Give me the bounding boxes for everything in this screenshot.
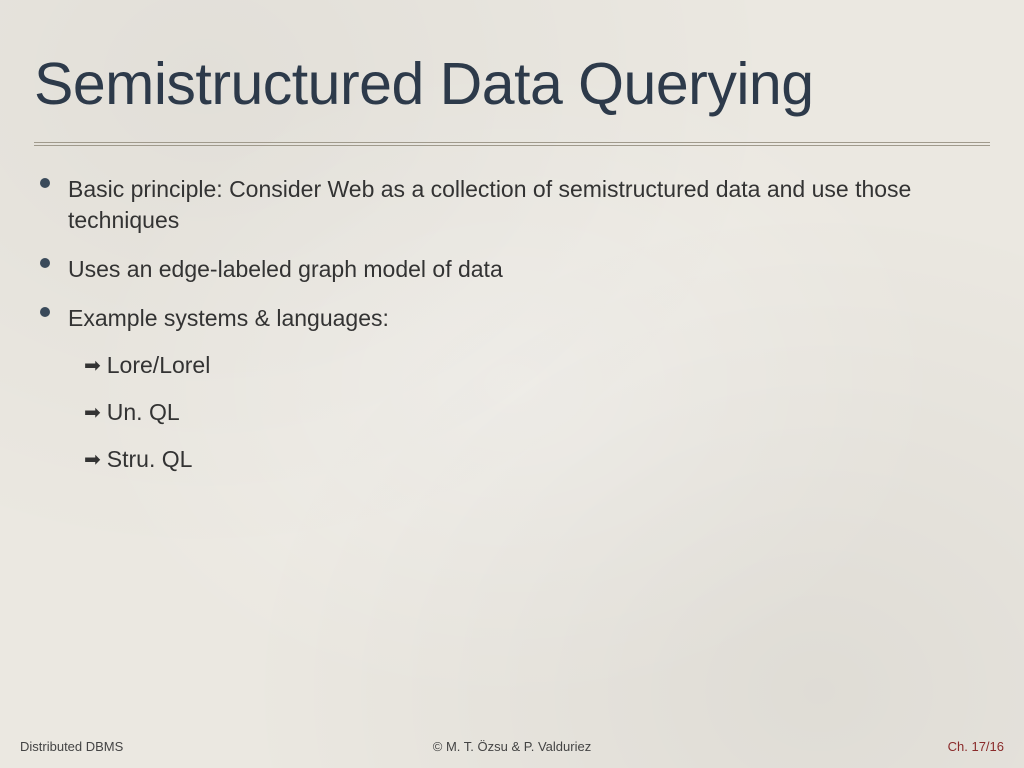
sub-item: ➡ Un. QL xyxy=(84,399,990,426)
bullet-item: Basic principle: Consider Web as a colle… xyxy=(40,174,990,236)
title-divider xyxy=(34,142,990,146)
sub-text: Stru. QL xyxy=(107,446,193,473)
content-area: Basic principle: Consider Web as a colle… xyxy=(34,174,990,473)
bullet-item: Example systems & languages: xyxy=(40,303,990,334)
slide-title: Semistructured Data Querying xyxy=(34,50,990,118)
sub-text: Lore/Lorel xyxy=(107,352,211,379)
bullet-text: Basic principle: Consider Web as a colle… xyxy=(68,174,990,236)
sub-text: Un. QL xyxy=(107,399,180,426)
arrow-icon: ➡ xyxy=(84,353,101,378)
sub-item: ➡ Lore/Lorel xyxy=(84,352,990,379)
footer-center: © M. T. Özsu & P. Valduriez xyxy=(433,739,591,754)
bullet-text: Example systems & languages: xyxy=(68,303,389,334)
arrow-icon: ➡ xyxy=(84,400,101,425)
sub-list: ➡ Lore/Lorel ➡ Un. QL ➡ Stru. QL xyxy=(84,352,990,473)
bullet-icon xyxy=(40,307,50,317)
bullet-item: Uses an edge-labeled graph model of data xyxy=(40,254,990,285)
bullet-icon xyxy=(40,258,50,268)
sub-item: ➡ Stru. QL xyxy=(84,446,990,473)
slide-container: Semistructured Data Querying Basic princ… xyxy=(0,0,1024,768)
bullet-text: Uses an edge-labeled graph model of data xyxy=(68,254,503,285)
footer-left: Distributed DBMS xyxy=(20,739,123,754)
footer-right: Ch. 17/16 xyxy=(948,739,1004,754)
footer: Distributed DBMS © M. T. Özsu & P. Valdu… xyxy=(0,739,1024,754)
arrow-icon: ➡ xyxy=(84,447,101,472)
bullet-icon xyxy=(40,178,50,188)
